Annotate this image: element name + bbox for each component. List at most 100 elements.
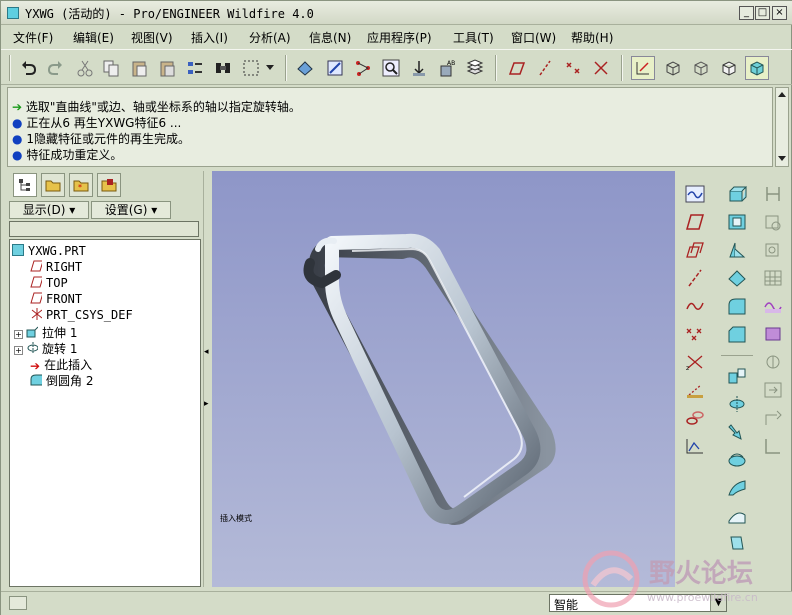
- blend-icon[interactable]: [725, 477, 749, 499]
- regenerate-icon[interactable]: [183, 56, 207, 80]
- menu-window[interactable]: 窗口(W): [511, 29, 556, 46]
- extrude-icon[interactable]: [725, 183, 749, 205]
- no-hidden-icon[interactable]: [717, 56, 741, 80]
- extend-icon[interactable]: [761, 407, 785, 429]
- menu-insert[interactable]: 插入(I): [191, 29, 228, 46]
- tree-item-extrude[interactable]: + 拉伸 1: [14, 324, 77, 341]
- expand-right-icon[interactable]: ▸: [204, 399, 209, 409]
- datum-plane-icon[interactable]: [683, 211, 707, 233]
- layers-icon[interactable]: [463, 56, 487, 80]
- copy-icon[interactable]: [99, 56, 123, 80]
- menu-view[interactable]: 视图(V): [131, 29, 173, 46]
- datum-axes-display-icon[interactable]: [533, 56, 557, 80]
- select-box-icon[interactable]: [239, 56, 263, 80]
- wireframe-icon[interactable]: [661, 56, 685, 80]
- project-icon[interactable]: [761, 295, 785, 317]
- undo-icon[interactable]: [17, 56, 41, 80]
- paste-special-icon[interactable]: [155, 56, 179, 80]
- datum-curve-icon[interactable]: [683, 295, 707, 317]
- expand-icon[interactable]: +: [14, 330, 23, 339]
- analysis-graph-icon[interactable]: [683, 435, 707, 457]
- main-toolbar: AB: [1, 49, 792, 85]
- tree-item-csys[interactable]: PRT_CSYS_DEF: [30, 308, 133, 322]
- coordinate-systems-display-icon[interactable]: [589, 56, 613, 80]
- chevron-down-icon[interactable]: [263, 56, 277, 80]
- merge-icon[interactable]: [761, 183, 785, 205]
- sketch-icon[interactable]: [683, 183, 707, 205]
- zoom-window-icon[interactable]: [379, 56, 403, 80]
- intersect-icon[interactable]: [761, 267, 785, 289]
- named-views-icon[interactable]: AB: [435, 56, 459, 80]
- revolve-icon[interactable]: [725, 393, 749, 415]
- shell-icon[interactable]: [725, 211, 749, 233]
- paste-icon[interactable]: [127, 56, 151, 80]
- pattern-icon[interactable]: [725, 421, 749, 443]
- redo-icon[interactable]: [43, 56, 67, 80]
- boundary-blend-icon[interactable]: [725, 505, 749, 527]
- tree-item-part[interactable]: YXWG.PRT: [12, 244, 86, 258]
- fill-icon[interactable]: [761, 323, 785, 345]
- shading-icon[interactable]: [745, 56, 769, 80]
- spin-center-icon[interactable]: [631, 56, 655, 80]
- find-icon[interactable]: [211, 56, 235, 80]
- tree-item-datum-plane[interactable]: RIGHT: [30, 260, 82, 274]
- window-title: YXWG (活动的) - Pro/ENGINEER Wildfire 4.0: [25, 7, 314, 21]
- chamfer-icon[interactable]: [725, 323, 749, 345]
- transform-icon[interactable]: [761, 435, 785, 457]
- tree-item-datum-plane[interactable]: TOP: [30, 276, 68, 290]
- menu-file[interactable]: 文件(F): [13, 29, 53, 46]
- model-tree-icon[interactable]: [293, 56, 317, 80]
- thicken-icon[interactable]: [761, 351, 785, 373]
- datum-plane-offset-icon[interactable]: [683, 239, 707, 261]
- hidden-line-icon[interactable]: [689, 56, 713, 80]
- datum-point-icon[interactable]: [683, 323, 707, 345]
- selection-filter-select[interactable]: 智能 ▼: [549, 594, 727, 612]
- tab-favorites[interactable]: *: [69, 173, 93, 197]
- datum-axis-icon[interactable]: [683, 267, 707, 289]
- datum-planes-display-icon[interactable]: [505, 56, 529, 80]
- show-dropdown-button[interactable]: 显示(D) ▾: [9, 201, 89, 219]
- chain-icon[interactable]: [683, 407, 707, 429]
- mirror-icon[interactable]: [725, 365, 749, 387]
- settings-dropdown-button[interactable]: 设置(G) ▾: [91, 201, 171, 219]
- trim-icon[interactable]: [761, 211, 785, 233]
- tree-item-datum-plane[interactable]: FRONT: [30, 292, 82, 306]
- tree-item-round[interactable]: 倒圆角 2: [30, 372, 93, 389]
- draft-icon[interactable]: [725, 239, 749, 261]
- menu-edit[interactable]: 编辑(E): [73, 29, 114, 46]
- analysis-icon[interactable]: [683, 379, 707, 401]
- close-button[interactable]: ×: [772, 6, 787, 20]
- collapse-left-icon[interactable]: ◂: [204, 347, 209, 357]
- round-icon[interactable]: [725, 295, 749, 317]
- tab-folder-browser[interactable]: [41, 173, 65, 197]
- tree-item-revolve[interactable]: + 旋转 1: [14, 340, 77, 357]
- maximize-button[interactable]: □: [755, 6, 770, 20]
- rib-icon[interactable]: [725, 267, 749, 289]
- menu-analysis[interactable]: 分析(A): [249, 29, 291, 46]
- menu-applications[interactable]: 应用程序(P): [367, 29, 432, 46]
- tree-item-insert-here[interactable]: ➔ 在此插入: [30, 356, 92, 373]
- refit-icon[interactable]: [407, 56, 431, 80]
- menu-info[interactable]: 信息(N): [309, 29, 351, 46]
- cut-icon[interactable]: [73, 56, 97, 80]
- datum-csys-icon[interactable]: z: [683, 351, 707, 373]
- menu-help[interactable]: 帮助(H): [571, 29, 613, 46]
- connect-icon[interactable]: [351, 56, 375, 80]
- tab-connections[interactable]: [97, 173, 121, 197]
- message-scrollbar[interactable]: [775, 87, 789, 167]
- graphics-viewport[interactable]: 插入模式: [212, 171, 675, 587]
- menu-tools[interactable]: 工具(T): [453, 29, 494, 46]
- pane-splitter[interactable]: ◂ ▸: [203, 171, 212, 587]
- sketch-view-icon[interactable]: [323, 56, 347, 80]
- minimize-button[interactable]: _: [739, 6, 754, 20]
- warp-icon[interactable]: [725, 531, 749, 553]
- settings-dropdown-label: 设置(G): [104, 203, 148, 217]
- expand-icon[interactable]: +: [14, 346, 23, 355]
- tree-filter-input[interactable]: [9, 221, 199, 237]
- datum-points-display-icon[interactable]: [561, 56, 585, 80]
- offset-icon[interactable]: [761, 239, 785, 261]
- chevron-down-icon[interactable]: ▼: [710, 595, 726, 611]
- tab-model-tree[interactable]: [13, 173, 37, 197]
- solidify-icon[interactable]: [761, 379, 785, 401]
- sweep-icon[interactable]: [725, 449, 749, 471]
